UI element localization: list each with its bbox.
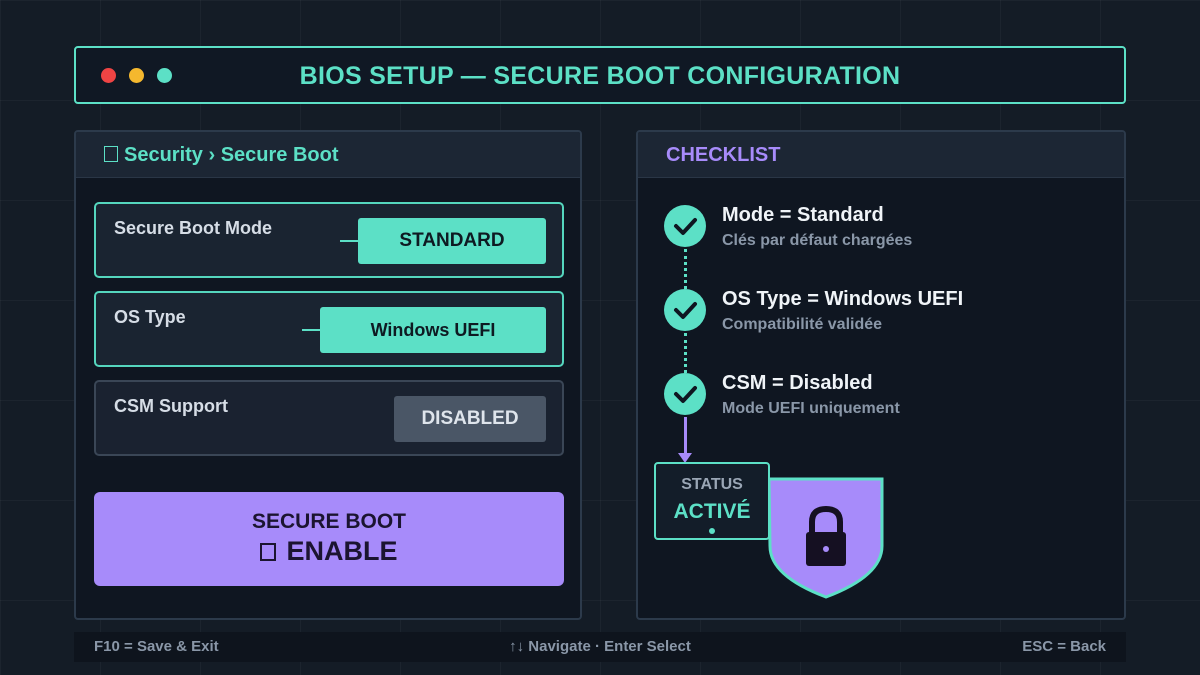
setting-row-os-type[interactable]: OS Type Windows UEFI	[94, 291, 564, 367]
enable-button-line1: SECURE BOOT	[251, 510, 406, 533]
secure-boot-mode-value[interactable]: STANDARD	[358, 218, 546, 264]
lock-shield-icon	[767, 477, 884, 599]
status-indicator-dot	[709, 528, 715, 534]
footer-back-hint: ESC = Back	[1022, 638, 1106, 655]
status-value: ACTIVÉ	[673, 500, 751, 523]
checklist-item-title: OS Type = Windows UEFI	[722, 288, 964, 310]
checklist-item-title: Mode = Standard	[722, 204, 884, 226]
breadcrumb-text: Security › Secure Boot	[124, 144, 339, 166]
checklist-panel-header: CHECKLIST	[638, 132, 1124, 178]
setting-label: CSM Support	[114, 396, 228, 416]
checkmark-icon	[664, 205, 706, 247]
footer-bar: F10 = Save & Exit ↑↓ Navigate · Enter Se…	[74, 632, 1126, 662]
setting-label: Secure Boot Mode	[114, 218, 273, 238]
setting-label: OS Type	[114, 307, 186, 327]
enable-button-line2-wrap: ENABLE	[94, 536, 564, 567]
secure-boot-enable-button[interactable]: SECURE BOOT ENABLE	[94, 492, 564, 586]
status-arrow-line	[684, 417, 687, 455]
setting-row-secure-boot-mode[interactable]: Secure Boot Mode STANDARD	[94, 202, 564, 278]
checkmark-icon	[664, 373, 706, 415]
checklist-item-subtitle: Clés par défaut chargées	[722, 232, 913, 249]
settings-panel-header: Security › Secure Boot	[76, 132, 580, 178]
shield-icon	[104, 146, 118, 162]
connector-line	[302, 329, 320, 331]
status-label: STATUS	[681, 476, 743, 493]
power-icon	[260, 543, 277, 561]
connector-line	[340, 240, 358, 242]
settings-panel: Security › Secure Boot Secure Boot Mode …	[74, 130, 582, 620]
os-type-value[interactable]: Windows UEFI	[320, 307, 546, 353]
setting-row-csm-support[interactable]: CSM Support DISABLED	[94, 380, 564, 456]
checklist-item-subtitle: Compatibilité validée	[722, 316, 883, 333]
csm-support-value[interactable]: DISABLED	[394, 396, 546, 442]
breadcrumb[interactable]: Security › Secure Boot	[104, 144, 339, 167]
checkmark-icon	[664, 289, 706, 331]
checklist-item-subtitle: Mode UEFI uniquement	[722, 400, 900, 417]
checklist-title: CHECKLIST	[666, 144, 781, 166]
checklist-item-title: CSM = Disabled	[722, 372, 873, 394]
enable-button-line2: ENABLE	[286, 536, 398, 566]
footer-navigation-hint: ↑↓ Navigate · Enter Select	[509, 638, 691, 655]
status-box: STATUS ACTIVÉ	[654, 462, 770, 540]
window-title: BIOS SETUP — SECURE BOOT CONFIGURATION	[299, 62, 901, 90]
checklist-panel: CHECKLIST Mode = Standard Clés par défau…	[636, 130, 1126, 620]
title-bar: BIOS SETUP — SECURE BOOT CONFIGURATION	[74, 46, 1126, 104]
